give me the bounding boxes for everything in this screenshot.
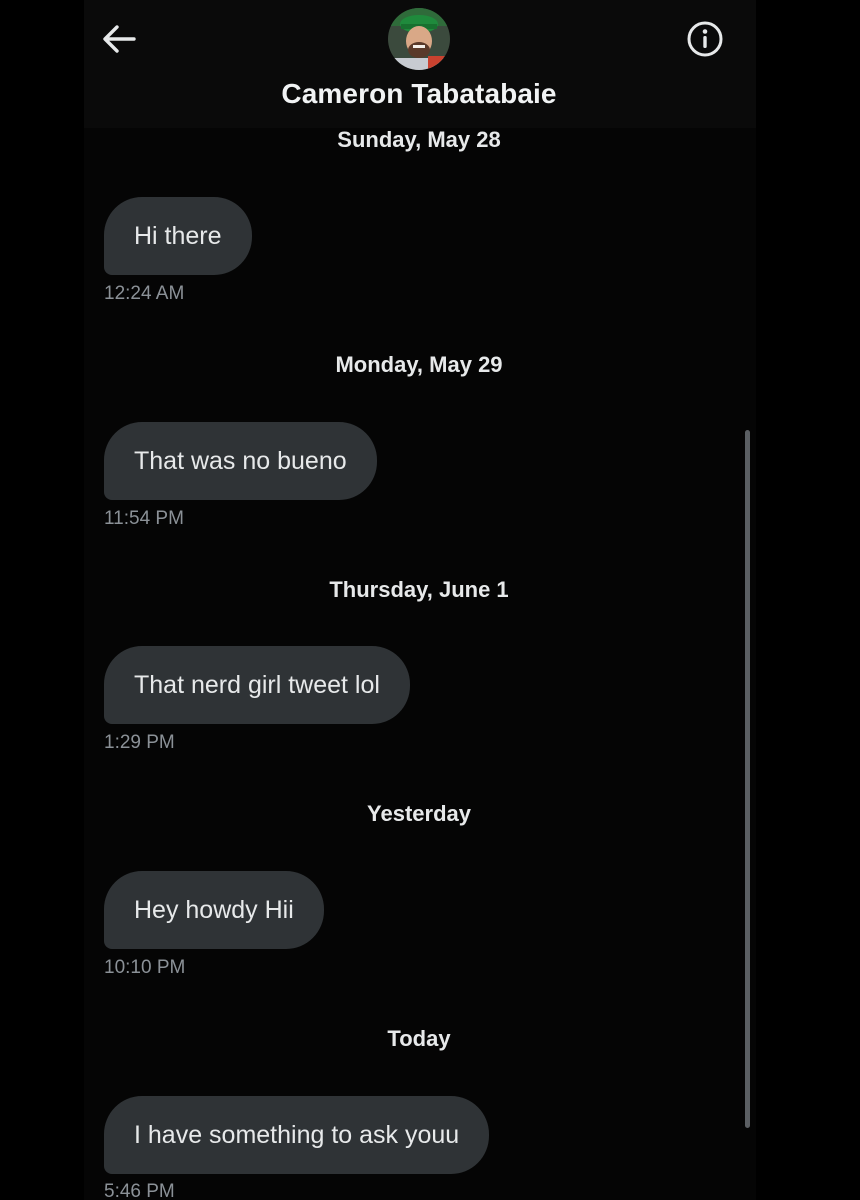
date-separator: Thursday, June 1: [329, 577, 509, 602]
message-bubble[interactable]: That was no bueno: [104, 422, 377, 500]
info-circle-icon: [687, 21, 723, 57]
date-separator: Sunday, May 28: [337, 127, 501, 152]
profile-photo: [388, 8, 450, 70]
dm-screen: Cameron Tabatabaie Sunday, May 28 Hi the…: [0, 0, 860, 1200]
date-separator: Yesterday: [367, 801, 471, 826]
message-timestamp: 12:24 AM: [104, 283, 185, 304]
message-timestamp: 10:10 PM: [104, 957, 186, 978]
date-separator: Today: [387, 1026, 451, 1051]
info-button[interactable]: [684, 18, 726, 60]
date-separator: Monday, May 29: [335, 352, 503, 377]
message-bubble[interactable]: Hi there: [104, 197, 252, 275]
arrow-left-icon: [103, 25, 136, 53]
message-bubble[interactable]: I have something to ask youu: [104, 1096, 490, 1174]
scrollbar-thumb[interactable]: [745, 430, 750, 1128]
message-timestamp: 11:54 PM: [104, 508, 184, 529]
back-button[interactable]: [98, 18, 140, 60]
message-bubble[interactable]: Hey howdy Hii: [104, 871, 324, 949]
message-timestamp: 1:29 PM: [104, 732, 175, 753]
contact-name[interactable]: Cameron Tabatabaie: [0, 78, 838, 110]
message-bubble[interactable]: That nerd girl tweet lol: [104, 646, 410, 724]
message-timestamp: 5:46 PM: [104, 1181, 175, 1200]
avatar[interactable]: [388, 8, 450, 70]
